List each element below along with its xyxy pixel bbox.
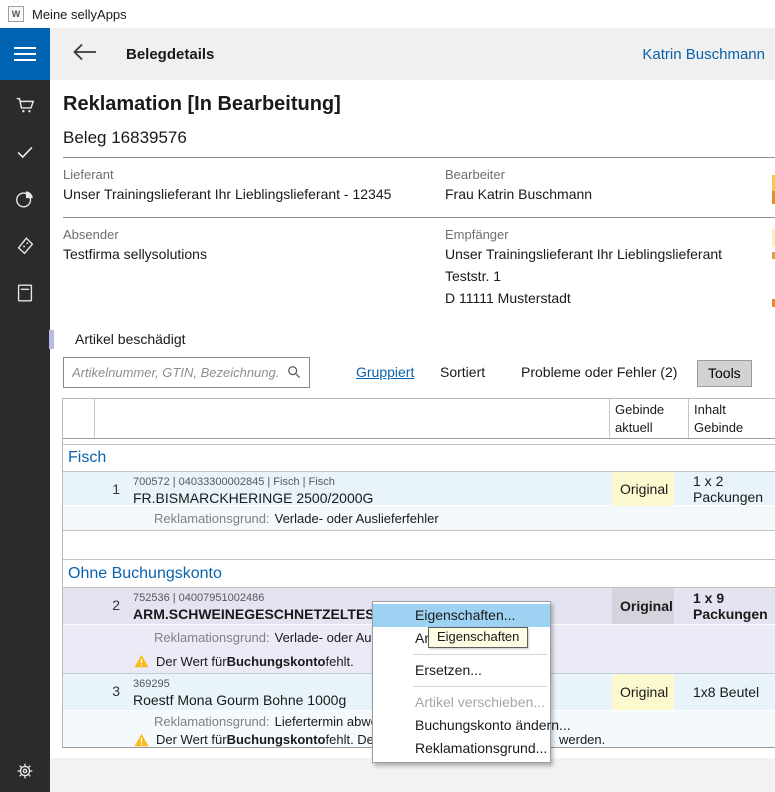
warning-text-bold: Buchungskonto	[227, 732, 326, 747]
window-titlebar: W Meine sellyApps	[0, 0, 775, 28]
search-input[interactable]	[63, 357, 310, 388]
column-header-inhalt: Inhalt Gebinde	[688, 399, 775, 438]
hamburger-menu-icon[interactable]	[0, 28, 50, 80]
tooltip: Eigenschaften	[428, 627, 528, 648]
field-label-lieferant: Lieferant	[63, 167, 114, 182]
page-header: Belegdetails Katrin Buschmann	[50, 28, 775, 80]
row-number: 3	[63, 674, 126, 710]
inhalt-cell: 1 x 2 Packungen	[688, 472, 775, 506]
view-toggle-sortiert[interactable]: Sortiert	[440, 364, 485, 380]
menu-item-artikel-verschieben: Artikel verschieben...	[373, 691, 550, 714]
table-header-row: Gebinde aktuell Inhalt Gebinde	[63, 399, 775, 439]
column-header-article	[94, 399, 609, 438]
settings-gear-icon[interactable]	[14, 760, 36, 782]
field-value-lieferant: Unser Trainingslieferant Ihr Lieblingsli…	[63, 186, 391, 202]
user-name-link[interactable]: Katrin Buschmann	[642, 46, 765, 63]
group-header-fisch[interactable]: Fisch	[63, 444, 775, 471]
app-icon: W	[8, 6, 24, 22]
column-header-gebinde: Gebinde aktuell	[609, 399, 688, 438]
divider	[63, 157, 775, 158]
reason-label: Reklamationsgrund:	[154, 630, 270, 645]
book-icon[interactable]	[14, 282, 36, 304]
reason-label: Reklamationsgrund:	[154, 714, 270, 729]
pie-chart-icon[interactable]	[14, 188, 36, 210]
warning-text-post: fehlt.	[326, 654, 354, 669]
warning-icon	[134, 654, 149, 668]
view-toggle-gruppiert[interactable]: Gruppiert	[356, 364, 414, 380]
context-menu: Eigenschaften... Artikel... Ersetzen... …	[372, 601, 551, 763]
tools-button[interactable]: Tools	[697, 360, 752, 387]
warning-text-bold: Buchungskonto	[227, 654, 326, 669]
footer-strip	[50, 758, 775, 792]
tag-icon[interactable]	[14, 235, 36, 257]
search-icon[interactable]	[287, 365, 301, 384]
warning-text-pre: Der Wert für	[156, 732, 227, 747]
gebinde-chip[interactable]: Original	[612, 674, 674, 710]
back-arrow-icon[interactable]	[72, 42, 98, 67]
reason-subrow: Reklamationsgrund: Verlade- oder Auslief…	[63, 505, 775, 530]
divider	[63, 217, 775, 218]
field-value-absender: Testfirma sellysolutions	[63, 246, 207, 262]
menu-item-eigenschaften[interactable]: Eigenschaften...	[373, 604, 550, 627]
document-number: Beleg 16839576	[63, 128, 187, 148]
article-name: FR.BISMARCKHERINGE 2500/2000G	[133, 490, 609, 506]
field-value-empfaenger-line3: D 11111 Musterstadt	[445, 290, 571, 306]
document-title: Reklamation [In Bearbeitung]	[63, 93, 341, 116]
warning-text-pre: Der Wert für	[156, 654, 227, 669]
row-number: 1	[63, 472, 126, 506]
search-box	[63, 357, 310, 388]
group-header-ohne-buchungskonto[interactable]: Ohne Buchungskonto	[63, 559, 775, 587]
menu-separator	[413, 686, 547, 687]
checkmark-icon[interactable]	[14, 141, 36, 163]
article-meta: 700572 | 04033300002845 | Fisch | Fisch	[133, 476, 609, 488]
status-tag-bar	[49, 330, 54, 349]
page-title: Belegdetails	[126, 46, 214, 63]
reason-value: Verlade- oder Auslieferfehler	[275, 511, 439, 526]
inhalt-cell: 1 x 9 Packungen	[688, 588, 775, 624]
cart-icon[interactable]	[14, 94, 36, 116]
warning-icon	[134, 733, 149, 747]
nav-rail	[0, 28, 50, 792]
menu-item-reklamationsgrund[interactable]: Reklamationsgrund...	[373, 737, 550, 760]
field-value-bearbeiter: Frau Katrin Buschmann	[445, 186, 592, 202]
field-label-bearbeiter: Bearbeiter	[445, 167, 505, 182]
field-label-absender: Absender	[63, 227, 119, 242]
reason-label: Reklamationsgrund:	[154, 511, 270, 526]
menu-item-buchungskonto-aendern[interactable]: Buchungskonto ändern...	[373, 714, 550, 737]
row-number: 2	[63, 588, 126, 624]
field-value-empfaenger-line2: Teststr. 1	[445, 268, 501, 284]
inhalt-cell: 1x8 Beutel	[688, 674, 775, 710]
field-label-empfaenger: Empfänger	[445, 227, 509, 242]
window-title: Meine sellyApps	[32, 7, 127, 22]
view-toggle-probleme[interactable]: Probleme oder Fehler (2)	[521, 364, 677, 380]
status-tag-label: Artikel beschädigt	[75, 331, 186, 347]
gebinde-chip[interactable]: Original	[612, 472, 674, 506]
column-header-empty	[63, 399, 94, 438]
field-value-empfaenger-line1: Unser Trainingslieferant Ihr Lieblingsli…	[445, 246, 722, 262]
table-row[interactable]: 1 700572 | 04033300002845 | Fisch | Fisc…	[63, 471, 775, 505]
menu-separator	[413, 654, 547, 655]
menu-item-ersetzen[interactable]: Ersetzen...	[373, 659, 550, 682]
gebinde-chip[interactable]: Original	[612, 588, 674, 624]
